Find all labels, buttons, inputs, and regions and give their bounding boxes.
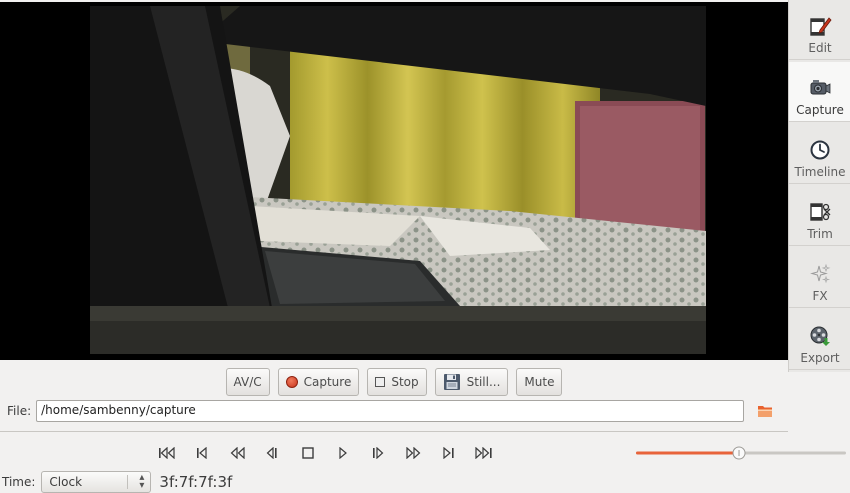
sidebar-item-export[interactable]: Export — [789, 310, 850, 370]
film-reel-icon — [810, 326, 830, 346]
rewind-button[interactable] — [220, 442, 255, 464]
play-icon — [338, 447, 347, 459]
stop-icon — [301, 447, 314, 459]
volume-slider-handle[interactable] — [732, 446, 746, 460]
folder-icon[interactable] — [757, 404, 773, 418]
sidebar-item-edit[interactable]: Edit — [789, 0, 850, 60]
step-back-button[interactable] — [255, 442, 290, 464]
stop-button[interactable]: Stop — [367, 368, 427, 396]
fast-forward-icon — [405, 447, 420, 459]
fast-forward-button[interactable] — [395, 442, 430, 464]
camera-icon — [810, 80, 831, 95]
previous-scene-button[interactable] — [185, 442, 220, 464]
sparkle-icon — [810, 263, 831, 284]
camera-frame — [90, 6, 706, 354]
capture-button[interactable]: Capture — [277, 368, 360, 396]
stop-square-icon — [375, 377, 386, 387]
sidebar-item-trim-label: Trim — [807, 227, 833, 241]
sidebar-item-timeline[interactable]: Timeline — [789, 124, 850, 184]
time-row: Time: Clock ▴ ▾ 3f:7f:7f:3f — [0, 471, 233, 493]
sidebar-item-fx-label: FX — [812, 289, 828, 303]
timecode-display: 3f:7f:7f:3f — [159, 473, 233, 491]
capture-panel: AV/C Capture Stop Still... Mute File: /h… — [0, 0, 788, 432]
go-to-start-button[interactable] — [150, 442, 185, 464]
file-row: File: /home/sambenny/capture — [0, 398, 788, 424]
play-button[interactable] — [325, 442, 360, 464]
spin-arrows-icon: ▴ ▾ — [139, 472, 145, 491]
select-separator — [127, 475, 129, 489]
go-to-end-button[interactable] — [465, 442, 500, 464]
step-forward-button[interactable] — [360, 442, 395, 464]
next-scene-icon — [442, 447, 454, 459]
time-format-select[interactable]: Clock ▴ ▾ — [41, 471, 152, 493]
capture-controls: AV/C Capture Stop Still... Mute — [0, 364, 788, 400]
sidebar-item-trim[interactable]: Trim — [789, 186, 850, 246]
time-label: Time: — [2, 475, 36, 489]
start-icon — [158, 447, 175, 459]
mute-button-label: Mute — [524, 375, 555, 389]
rewind-icon — [230, 447, 245, 459]
sidebar-item-timeline-label: Timeline — [794, 165, 846, 179]
volume-slider[interactable] — [636, 445, 846, 461]
step-back-icon — [266, 447, 277, 459]
step-forward-icon — [372, 447, 383, 459]
still-button-label: Still... — [466, 375, 501, 389]
file-label: File: — [7, 404, 32, 418]
transport-controls — [150, 442, 500, 464]
panel-divider — [0, 431, 788, 432]
mute-button[interactable]: Mute — [516, 368, 563, 396]
clock-icon — [810, 140, 830, 160]
avc-button[interactable]: AV/C — [225, 368, 270, 396]
sidebar-item-capture-label: Capture — [796, 103, 844, 117]
sidebar-item-capture[interactable]: Capture — [789, 62, 850, 122]
sidebar-item-edit-label: Edit — [808, 41, 832, 55]
sidebar-item-fx[interactable]: FX — [789, 248, 850, 308]
edit-icon — [810, 17, 832, 36]
stop-button-label: Stop — [391, 375, 419, 389]
file-path-input[interactable]: /home/sambenny/capture — [36, 400, 745, 422]
capture-button-label: Capture — [303, 375, 352, 389]
still-button[interactable]: Still... — [434, 368, 509, 396]
sidebar-item-export-label: Export — [800, 351, 840, 365]
next-scene-button[interactable] — [430, 442, 465, 464]
end-icon — [474, 447, 492, 459]
avc-button-label: AV/C — [233, 375, 262, 389]
previous-scene-icon — [196, 447, 207, 459]
mode-sidebar: Edit Capture Timeline Trim FX Export — [788, 0, 850, 372]
video-preview — [0, 2, 788, 360]
record-icon — [285, 376, 298, 388]
time-format-value: Clock — [49, 475, 83, 489]
trim-icon — [810, 203, 831, 221]
stop-playback-button[interactable] — [290, 442, 325, 464]
volume-slider-fill — [636, 451, 740, 455]
floppy-disk-icon — [443, 374, 460, 390]
